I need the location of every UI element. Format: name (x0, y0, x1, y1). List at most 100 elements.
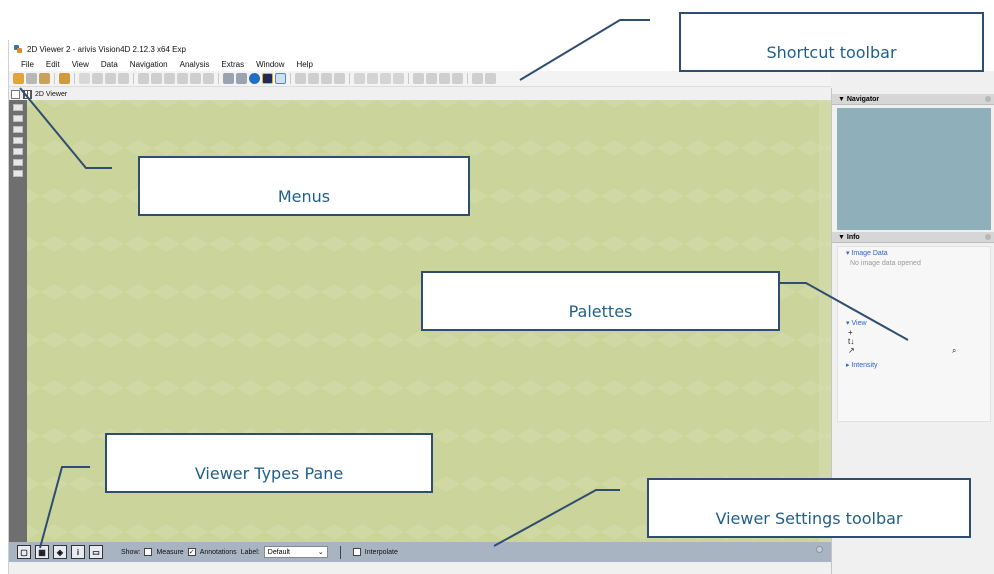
toolbar-separator (290, 73, 291, 84)
rail-button[interactable] (13, 137, 23, 144)
callout-viewer-types-pane: Viewer Types Pane (105, 433, 433, 493)
zoom-in-icon[interactable] (413, 73, 424, 84)
sheet-icon[interactable] (236, 73, 247, 84)
intensity-section[interactable]: ▸ Intensity (846, 361, 878, 369)
zoom-out-icon[interactable] (426, 73, 437, 84)
viewer-tab-bar: 2D Viewer (9, 88, 831, 100)
info-i-icon[interactable]: i (71, 545, 85, 559)
window-title: 2D Viewer 2 - arivis Vision4D 2.12.3 x64… (27, 44, 186, 54)
viewer-settings-toolbar: ▢ ▦ ◈ i ▭ Show: Measure ✓ Annotations La… (9, 542, 831, 562)
layer-add-icon[interactable] (308, 73, 319, 84)
rotate-icon[interactable] (118, 73, 129, 84)
single-view-icon[interactable]: ▢ (17, 545, 31, 559)
show-label: Show: (121, 548, 141, 556)
histogram-icon[interactable] (262, 73, 273, 84)
play-icon[interactable] (380, 73, 391, 84)
monitor-icon[interactable]: ▭ (89, 545, 103, 559)
first-frame-icon[interactable] (354, 73, 365, 84)
save-icon[interactable] (26, 73, 37, 84)
measure-checkbox[interactable] (144, 548, 153, 556)
chevron-down-icon: ⌄ (317, 549, 324, 556)
menu-navigation[interactable]: Navigation (124, 60, 174, 69)
menu-analysis[interactable]: Analysis (174, 60, 216, 69)
split-view-icon[interactable]: ▦ (35, 545, 49, 559)
annotations-checkbox[interactable]: ✓ (187, 548, 196, 556)
left-tool-rail (9, 100, 27, 550)
pin-icon[interactable] (985, 234, 991, 240)
arivis-app-icon (13, 44, 23, 54)
info-title: Info (846, 233, 860, 241)
menu-edit[interactable]: Edit (40, 60, 66, 69)
view-label: View (851, 320, 867, 327)
rail-button[interactable] (13, 104, 23, 111)
tag-icon[interactable] (151, 73, 162, 84)
viewer-tab-label[interactable]: 2D Viewer (35, 91, 67, 98)
callout-shortcut-toolbar: Shortcut toolbar (679, 12, 984, 72)
viewer-checkbox[interactable] (11, 89, 20, 99)
layer-copy-icon[interactable] (321, 73, 332, 84)
label-select[interactable]: Default ⌄ (263, 546, 328, 558)
shortcut-toolbar (9, 71, 831, 87)
image-data-section[interactable]: ▾ Image Data (846, 249, 888, 257)
snap-icon[interactable] (472, 73, 483, 84)
collapse-arrow-icon: ▼ (838, 95, 847, 103)
prev-frame-icon[interactable] (367, 73, 378, 84)
toolbar-separator (339, 545, 341, 559)
callout-viewer-settings-toolbar: Viewer Settings toolbar (647, 478, 971, 538)
snap-add-icon[interactable] (485, 73, 496, 84)
fit-icon[interactable] (439, 73, 450, 84)
rail-button[interactable] (13, 170, 23, 177)
callout-palettes: Palettes (421, 271, 780, 331)
menu-window[interactable]: Window (250, 60, 290, 69)
label-label: Label: (240, 548, 260, 556)
canvas-scrollbar[interactable] (819, 100, 831, 542)
label-select-value: Default (267, 548, 290, 556)
menu-help[interactable]: Help (291, 60, 319, 69)
callout-menus: Menus (138, 156, 470, 216)
layer-icon[interactable] (295, 73, 306, 84)
info-icon[interactable] (249, 73, 260, 84)
display-icon[interactable] (275, 73, 286, 84)
export-icon[interactable] (59, 73, 70, 84)
3d-cube-icon[interactable]: ◈ (53, 545, 67, 559)
menu-file[interactable]: File (15, 60, 40, 69)
intensity-label: Intensity (851, 362, 878, 369)
toolbar-separator (408, 73, 409, 84)
measure-label: Measure (156, 548, 184, 556)
import-icon[interactable] (39, 73, 50, 84)
grid-icon[interactable] (164, 73, 175, 84)
rail-button[interactable] (13, 159, 23, 166)
last-frame-icon[interactable] (393, 73, 404, 84)
table-icon[interactable] (177, 73, 188, 84)
pointer-icon[interactable] (79, 73, 90, 84)
rail-button[interactable] (13, 126, 23, 133)
crosshair-icon: + (848, 328, 853, 337)
interpolate-label: Interpolate (364, 548, 398, 556)
interpolate-checkbox[interactable] (352, 548, 361, 556)
menu-data[interactable]: Data (95, 60, 124, 69)
toolbar-separator (467, 73, 468, 84)
toolbar-separator (54, 73, 55, 84)
image-data-empty-text: No image data opened (850, 260, 921, 267)
navigator-view[interactable] (837, 108, 991, 230)
magnifier-icon: ⌕ (952, 346, 957, 355)
settings-pin-icon[interactable] (816, 546, 823, 553)
layer-remove-icon[interactable] (334, 73, 345, 84)
navigator-header[interactable]: ▼ Navigator (832, 94, 994, 105)
open-icon[interactable] (13, 73, 24, 84)
pen-icon[interactable] (190, 73, 201, 84)
info-header[interactable]: ▼ Info (832, 232, 994, 243)
zoom-icon[interactable] (105, 73, 116, 84)
menu-view[interactable]: View (66, 60, 95, 69)
fullscreen-icon[interactable] (452, 73, 463, 84)
measure-icon[interactable] (138, 73, 149, 84)
rail-button[interactable] (13, 148, 23, 155)
menu-extras[interactable]: Extras (215, 60, 250, 69)
brush-icon[interactable] (203, 73, 214, 84)
flask-icon[interactable] (223, 73, 234, 84)
pin-icon[interactable] (985, 96, 991, 102)
info-palette-body: ▾ Image Data No image data opened ▾ View… (837, 246, 991, 422)
pan-icon[interactable] (92, 73, 103, 84)
rail-button[interactable] (13, 115, 23, 122)
view-section[interactable]: ▾ View (846, 319, 867, 327)
